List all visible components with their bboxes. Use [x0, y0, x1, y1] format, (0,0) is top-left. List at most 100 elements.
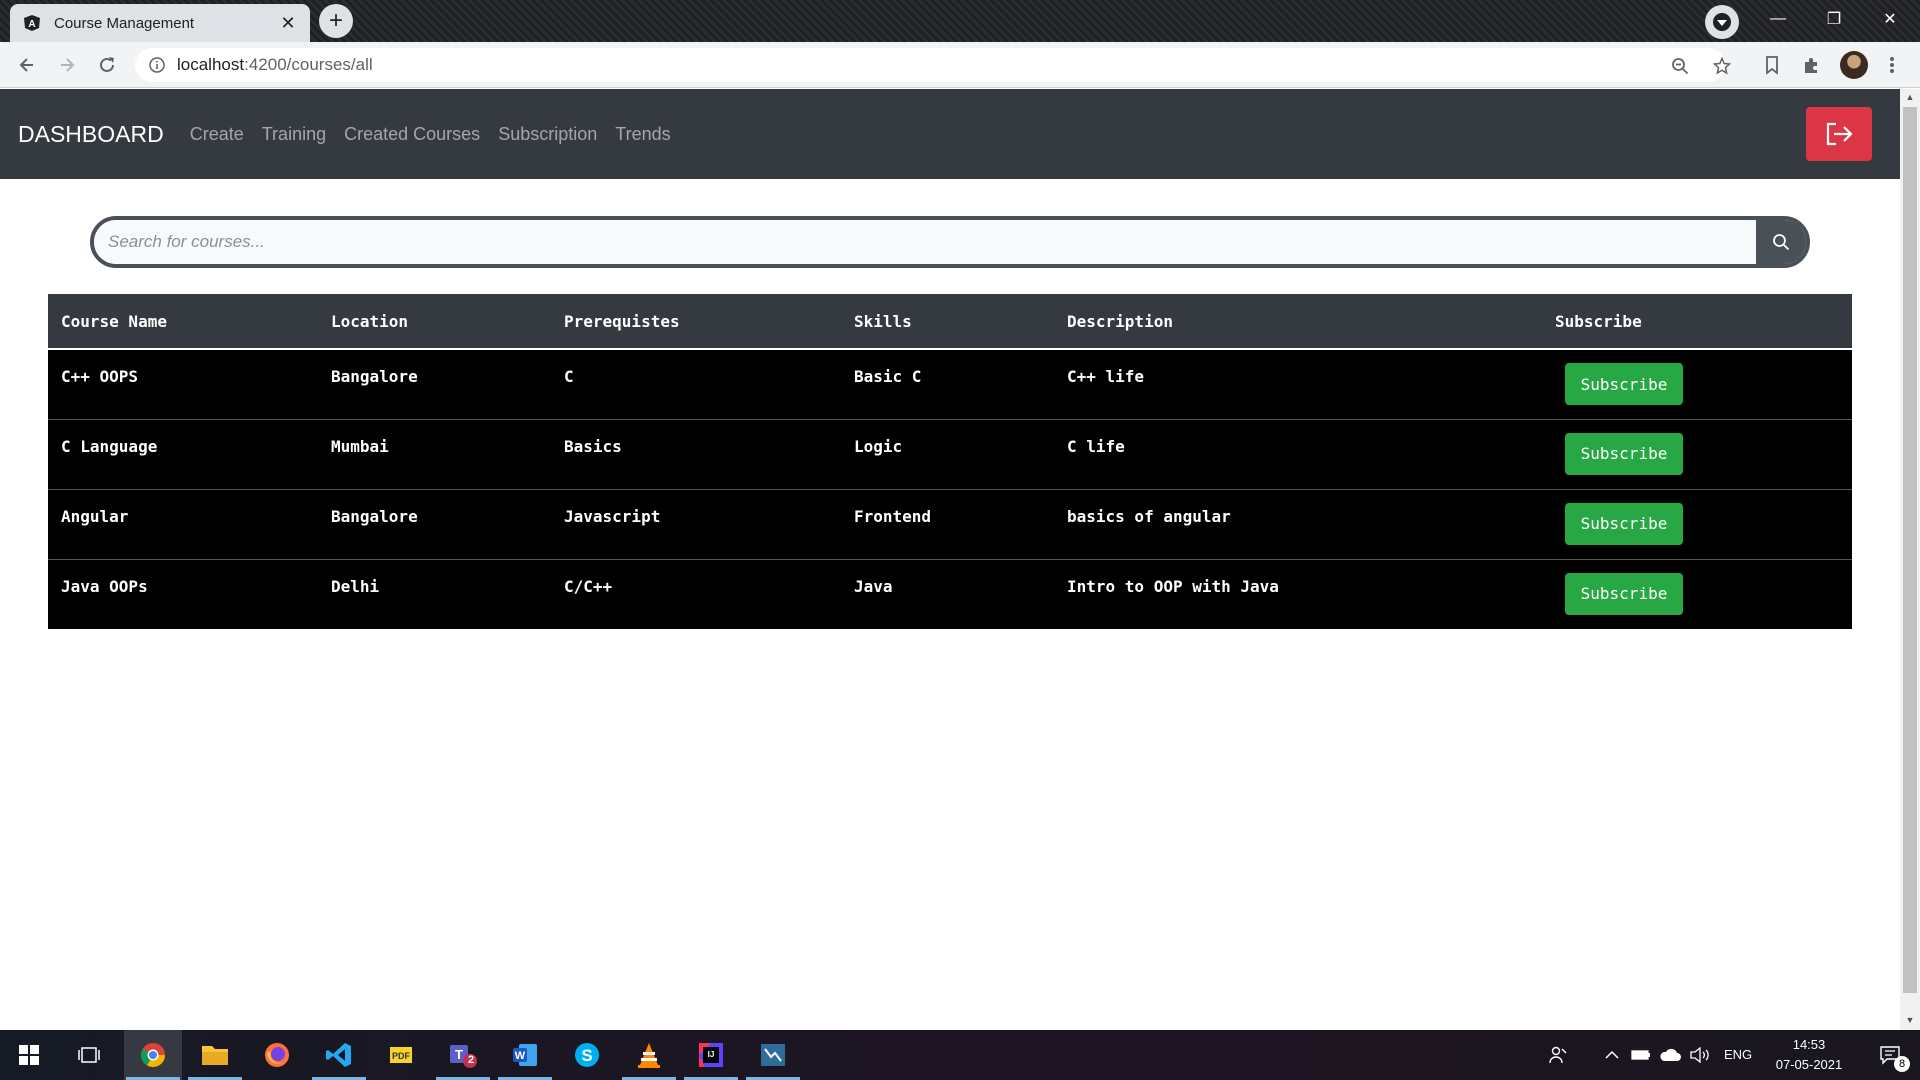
vlc-cone-icon [638, 1043, 660, 1068]
show-hidden-icons-button[interactable] [1600, 1030, 1624, 1080]
pdf-icon: PDF [390, 1047, 412, 1063]
forward-button[interactable] [52, 50, 82, 80]
subscribe-button[interactable]: Subscribe [1565, 572, 1683, 615]
start-button[interactable] [0, 1030, 58, 1080]
url-host: localhost [177, 55, 245, 74]
cell-course-name: Angular [48, 488, 318, 559]
clock[interactable]: 14:53 07-05-2021 [1766, 1035, 1852, 1075]
extensions-puzzle-icon[interactable] [1800, 53, 1824, 77]
clock-date: 07-05-2021 [1775, 1057, 1843, 1072]
chrome-media-button[interactable] [1705, 5, 1739, 39]
back-button[interactable] [12, 50, 42, 80]
taskbar-pdf-reader[interactable]: PDF [372, 1030, 430, 1080]
nav-link-trends[interactable]: Trends [615, 124, 670, 145]
taskbar-intellij[interactable]: IJ [682, 1030, 740, 1080]
navbar-brand[interactable]: DASHBOARD [18, 121, 164, 148]
cloud-icon [1660, 1048, 1681, 1061]
browser-toolbar: localhost:4200/courses/all [0, 42, 1920, 88]
cell-skills: Basic C [841, 348, 1054, 419]
browser-titlebar: A Course Management ✕ + — ❐ ✕ [0, 0, 1920, 42]
info-icon [149, 57, 165, 73]
cell-description: Intro to OOP with Java [1054, 558, 1542, 629]
cell-course-name: Java OOPs [48, 558, 318, 629]
cell-course-name: C Language [48, 418, 318, 489]
volume-button[interactable] [1686, 1030, 1714, 1080]
taskbar-skype[interactable]: S [558, 1030, 616, 1080]
new-tab-button[interactable]: + [319, 4, 353, 38]
scroll-up-icon[interactable]: ▲ [1904, 92, 1916, 104]
minimize-icon: — [1770, 10, 1786, 27]
sign-out-icon [1826, 122, 1853, 146]
page-content: DASHBOARD Create Training Created Course… [0, 89, 1900, 1030]
svg-text:PDF: PDF [392, 1051, 411, 1061]
minimize-button[interactable]: — [1750, 0, 1806, 38]
table-row: Java OOPs Delhi C/C++ Java Intro to OOP … [48, 558, 1852, 629]
restore-button[interactable]: ❐ [1806, 0, 1862, 38]
svg-text:S: S [581, 1046, 592, 1065]
header-location: Location [318, 294, 551, 350]
subscribe-button[interactable]: Subscribe [1565, 502, 1683, 545]
header-subscribe: Subscribe [1542, 294, 1852, 350]
nav-link-create[interactable]: Create [190, 124, 244, 145]
people-button[interactable] [1538, 1030, 1578, 1080]
cell-location: Mumbai [318, 418, 551, 489]
cell-location: Bangalore [318, 348, 551, 419]
search-input[interactable] [94, 220, 1756, 264]
address-bar[interactable]: localhost:4200/courses/all [135, 48, 1725, 82]
cell-skills: Logic [841, 418, 1054, 489]
battery-button[interactable] [1628, 1030, 1654, 1080]
vscode-icon [326, 1043, 351, 1067]
logout-button[interactable] [1806, 107, 1872, 161]
action-center-button[interactable]: 8 [1866, 1030, 1914, 1080]
language-indicator[interactable]: ENG [1724, 1047, 1752, 1062]
taskbar-vscode[interactable] [310, 1030, 368, 1080]
url-text: localhost:4200/courses/all [177, 55, 373, 75]
teams-badge: 2 [468, 1054, 475, 1066]
browser-tab[interactable]: A Course Management ✕ [10, 4, 310, 42]
nav-link-created-courses[interactable]: Created Courses [344, 124, 480, 145]
reload-icon [100, 57, 114, 72]
taskbar-teams[interactable]: T 2 [434, 1030, 492, 1080]
chrome-menu-icon[interactable] [1880, 53, 1904, 77]
scroll-down-icon[interactable]: ▼ [1904, 1015, 1916, 1027]
tab-close-icon[interactable]: ✕ [278, 13, 298, 34]
course-search-bar [90, 216, 1810, 268]
nav-link-training[interactable]: Training [262, 124, 326, 145]
header-description: Description [1054, 294, 1542, 350]
svg-text:T: T [455, 1047, 463, 1062]
cell-subscribe: Subscribe [1542, 418, 1852, 489]
onedrive-button[interactable] [1656, 1030, 1684, 1080]
skype-icon: S [575, 1043, 599, 1067]
page-scrollbar[interactable]: ▲ ▼ [1900, 89, 1920, 1030]
cell-skills: Java [841, 558, 1054, 629]
taskbar-vlc[interactable] [620, 1030, 678, 1080]
cell-subscribe: Subscribe [1542, 348, 1852, 419]
taskbar-word[interactable]: W [496, 1030, 554, 1080]
taskbar-mysql-workbench[interactable] [744, 1030, 802, 1080]
arrow-right-icon [61, 58, 75, 72]
arrow-left-icon [19, 58, 33, 72]
svg-text:W: W [515, 1050, 526, 1062]
nav-link-subscription[interactable]: Subscription [498, 124, 597, 145]
reload-button[interactable] [92, 50, 122, 80]
header-skills: Skills [841, 294, 1054, 350]
close-icon: ✕ [1883, 11, 1897, 28]
subscribe-button[interactable]: Subscribe [1565, 363, 1683, 405]
scroll-thumb[interactable] [1903, 107, 1917, 993]
subscribe-button[interactable]: Subscribe [1565, 432, 1683, 475]
taskbar-chrome[interactable] [124, 1030, 182, 1080]
database-workbench-icon [761, 1044, 785, 1066]
bookmark-star-icon[interactable] [1712, 56, 1732, 76]
taskbar-firefox[interactable] [248, 1030, 306, 1080]
task-view-button[interactable] [60, 1030, 118, 1080]
close-window-button[interactable]: ✕ [1862, 0, 1918, 38]
search-button[interactable] [1756, 220, 1806, 264]
taskbar-file-explorer[interactable] [186, 1030, 244, 1080]
battery-icon [1631, 1050, 1650, 1060]
header-prerequisites: Prerequistes [551, 294, 841, 350]
cell-description: C life [1054, 418, 1542, 489]
reading-list-icon[interactable] [1760, 53, 1784, 77]
chevron-down-circle-icon [1713, 13, 1731, 31]
zoom-icon[interactable] [1670, 56, 1690, 76]
profile-avatar[interactable] [1840, 51, 1868, 79]
